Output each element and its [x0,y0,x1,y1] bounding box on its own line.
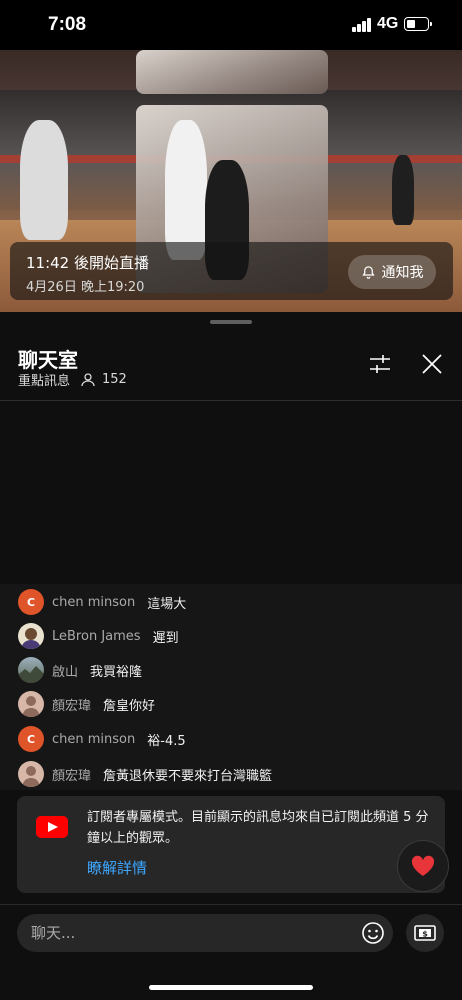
bell-icon [361,265,375,279]
message-author[interactable]: 顏宏瑋 [52,765,91,784]
message-author[interactable]: chen minson [52,595,135,610]
message-text: 詹黃退休要不要來打台灣職籃 [103,768,273,784]
youtube-logo-icon [36,816,68,838]
status-time: 7:08 [48,14,87,35]
message-author[interactable]: LeBron James [52,629,141,644]
subscriber-mode-text: 訂閱者專屬模式。目前顯示的訊息均來自已訂閱此頻道 5 分鐘以上的觀眾。 [87,810,429,846]
header-divider [0,400,462,401]
avatar[interactable] [18,623,44,649]
stream-notice: 11:42 後開始直播 4月26日 晚上19:20 通知我 [10,242,453,300]
chat-message-list[interactable]: C chen minson 這場大 LeBron James 遲到 啟山 我買裕… [0,584,462,790]
subscriber-mode-banner: 訂閱者專屬模式。目前顯示的訊息均來自已訂閱此頻道 5 分鐘以上的觀眾。 瞭解詳情 [17,796,445,893]
notify-me-label: 通知我 [381,265,424,281]
chat-message: LeBron James 遲到 [18,623,179,649]
avatar[interactable]: C [18,726,44,752]
drag-handle[interactable] [210,320,252,324]
filter-settings-icon[interactable] [368,352,392,376]
message-text: 這場大 [147,596,187,612]
svg-text:$: $ [422,929,428,938]
dollar-icon: $ [414,925,436,941]
message-author[interactable]: 啟山 [52,661,78,680]
chat-input[interactable] [17,914,393,952]
chat-message: 顏宏瑋 詹皇你好 [18,691,155,717]
notify-me-button[interactable]: 通知我 [348,255,436,289]
network-label: 4G [377,15,399,32]
video-collage-panel [136,50,328,94]
input-divider [0,904,462,905]
message-author[interactable]: chen minson [52,732,135,747]
video-player-figure [392,155,414,225]
reaction-button[interactable] [397,840,449,892]
stream-countdown: 11:42 後開始直播 [26,254,149,272]
home-indicator [149,985,313,990]
video-player-figure [20,120,68,240]
viewer-count: 152 [102,372,127,387]
chat-message: 顏宏瑋 詹黃退休要不要來打台灣職籃 [18,761,272,787]
chat-subtitle[interactable]: 重點訊息 152 [18,370,127,389]
message-text: 裕-4.5 [147,733,186,749]
message-author[interactable]: 顏宏瑋 [52,695,91,714]
video-player-figure [165,120,207,260]
avatar[interactable]: C [18,589,44,615]
heart-icon [411,855,435,876]
chat-message: C chen minson 裕-4.5 [18,726,186,752]
message-text: 詹皇你好 [103,698,156,714]
chat-mode-label: 重點訊息 [18,374,71,389]
chat-message: 啟山 我買裕隆 [18,657,142,683]
viewers-icon [81,372,95,386]
message-text: 我買裕隆 [90,664,143,680]
emoji-icon[interactable] [361,921,385,945]
chat-title: 聊天室 [18,348,78,372]
avatar[interactable] [18,691,44,717]
signal-icon [352,18,372,32]
learn-more-link[interactable]: 瞭解詳情 [87,857,147,878]
message-text: 遲到 [152,630,179,646]
status-bar: 7:08 4G [0,0,462,50]
close-icon[interactable] [420,352,444,376]
avatar[interactable] [18,761,44,787]
video-player[interactable]: 11:42 後開始直播 4月26日 晚上19:20 通知我 [0,50,462,312]
stream-start-date: 4月26日 晚上19:20 [26,280,145,295]
battery-icon [404,17,432,31]
avatar[interactable] [18,657,44,683]
chat-message: C chen minson 這場大 [18,589,186,615]
super-chat-button[interactable]: $ [406,914,444,952]
